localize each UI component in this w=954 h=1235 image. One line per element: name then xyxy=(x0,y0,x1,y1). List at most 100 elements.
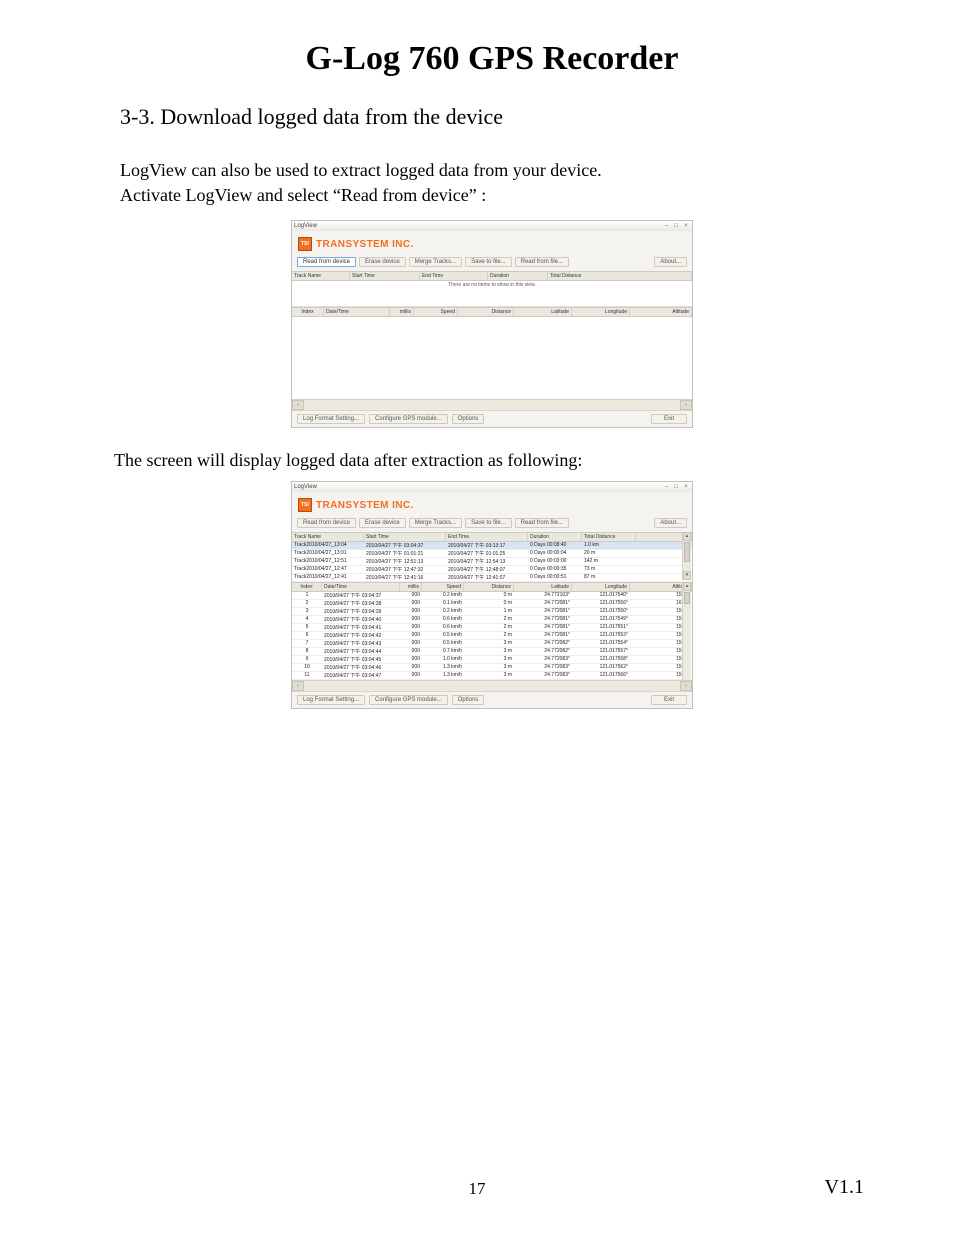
save-to-file-button[interactable]: Save to file... xyxy=(465,518,512,528)
col-total-distance[interactable]: Total Distance xyxy=(582,533,636,541)
cell: 1.0 km/h xyxy=(422,656,464,663)
cell: 0.2 km/h xyxy=(422,608,464,615)
screenshot-logview-empty: LogView – □ × TSI TRANSYSTEM INC. Read f… xyxy=(291,220,693,428)
log-format-setting-button[interactable]: Log Format Setting... xyxy=(297,695,365,705)
col-track-name[interactable]: Track Name xyxy=(292,272,350,280)
table-row[interactable]: 82010/04/27 下午 03:04:440000.7 km/h3 m24.… xyxy=(292,648,692,656)
exit-button[interactable]: Exit xyxy=(651,414,687,424)
col-latitude[interactable]: Latitude xyxy=(514,583,572,591)
col-start-time[interactable]: Start Time xyxy=(364,533,446,541)
merge-tracks-button[interactable]: Merge Tracks... xyxy=(409,257,462,267)
table-row[interactable]: 92010/04/27 下午 03:04:450001.0 km/h3 m24.… xyxy=(292,656,692,664)
horizontal-scrollbar[interactable]: ‹ › xyxy=(292,399,692,410)
cell: Track2010/04/27_12:51 xyxy=(292,558,364,565)
configure-gps-button[interactable]: Configure GPS module... xyxy=(369,414,448,424)
cell: 0 Days 00:00:35 xyxy=(528,566,582,573)
table-row[interactable]: 52010/04/27 下午 03:04:410000.6 km/h2 m24.… xyxy=(292,624,692,632)
log-format-setting-button[interactable]: Log Format Setting... xyxy=(297,414,365,424)
minimize-icon[interactable]: – xyxy=(663,223,671,229)
configure-gps-button[interactable]: Configure GPS module... xyxy=(369,695,448,705)
col-longitude[interactable]: Longitude xyxy=(572,583,630,591)
save-to-file-button[interactable]: Save to file... xyxy=(465,257,512,267)
col-track-name[interactable]: Track Name xyxy=(292,533,364,541)
empty-tracks-msg: There are no items to show in this view. xyxy=(292,281,692,307)
table-row[interactable]: 42010/04/27 下午 03:04:400000.6 km/h2 m24.… xyxy=(292,616,692,624)
read-from-file-button[interactable]: Read from file... xyxy=(515,518,569,528)
col-datetime[interactable]: Date/Time xyxy=(322,583,400,591)
table-row[interactable]: 22010/04/27 下午 03:04:380000.1 km/h0 m24.… xyxy=(292,600,692,608)
merge-tracks-button[interactable]: Merge Tracks... xyxy=(409,518,462,528)
col-distance[interactable]: Distance xyxy=(458,308,514,316)
scroll-thumb[interactable] xyxy=(684,592,690,604)
minimize-icon[interactable]: – xyxy=(663,484,671,490)
table-row[interactable]: Track2010/04/27_13:042010/04/27 下午 03:04… xyxy=(292,542,692,550)
scroll-right-icon[interactable]: › xyxy=(680,681,692,691)
table-row[interactable]: 72010/04/27 下午 03:04:430000.5 km/h3 m24.… xyxy=(292,640,692,648)
table-row[interactable]: 102010/04/27 下午 03:04:460001.3 km/h3 m24… xyxy=(292,664,692,672)
col-altitude[interactable]: Altitude xyxy=(630,308,692,316)
cell: 121.017550° xyxy=(572,608,630,615)
table-row[interactable]: Track2010/04/27_12:472010/04/27 下午 12:47… xyxy=(292,566,692,574)
read-from-device-button[interactable]: Read from device xyxy=(297,257,356,267)
col-datetime[interactable]: Date/Time xyxy=(324,308,390,316)
close-icon[interactable]: × xyxy=(682,223,690,229)
table-row[interactable]: 32010/04/27 下午 03:04:390000.2 km/h1 m24.… xyxy=(292,608,692,616)
cell: 2010/04/27 下午 03:04:39 xyxy=(322,608,400,615)
maximize-icon[interactable]: □ xyxy=(672,484,680,490)
col-latitude[interactable]: Latitude xyxy=(514,308,572,316)
read-from-device-button[interactable]: Read from device xyxy=(297,518,356,528)
cell: 121.017566° xyxy=(572,672,630,679)
maximize-icon[interactable]: □ xyxy=(672,223,680,229)
cell: Track2010/04/27_12:41 xyxy=(292,574,364,581)
cell: 2 m xyxy=(464,616,514,623)
about-button[interactable]: About... xyxy=(654,518,687,528)
about-button[interactable]: About... xyxy=(654,257,687,267)
erase-device-button[interactable]: Erase device xyxy=(359,257,406,267)
col-index[interactable]: Index xyxy=(292,583,322,591)
table-row[interactable]: Track2010/04/27_12:512010/04/27 下午 12:51… xyxy=(292,558,692,566)
col-speed[interactable]: Speed xyxy=(414,308,458,316)
read-from-file-button[interactable]: Read from file... xyxy=(515,257,569,267)
erase-device-button[interactable]: Erase device xyxy=(359,518,406,528)
tracks-list[interactable]: Track2010/04/27_13:042010/04/27 下午 03:04… xyxy=(292,542,692,582)
col-total-distance[interactable]: Total Distance xyxy=(548,272,692,280)
scroll-down-icon[interactable]: ▾ xyxy=(683,571,691,580)
exit-button[interactable]: Exit xyxy=(651,695,687,705)
table-row[interactable]: 62010/04/27 下午 03:04:420000.5 km/h2 m24.… xyxy=(292,632,692,640)
col-index[interactable]: Index xyxy=(292,308,324,316)
table-row[interactable]: 12010/04/27 下午 03:04:370000.2 km/h0 m24.… xyxy=(292,592,692,600)
scroll-up-icon[interactable]: ▴ xyxy=(683,582,691,591)
items-vscroll[interactable]: ▴ xyxy=(682,582,691,680)
col-end-time[interactable]: End Time xyxy=(446,533,528,541)
col-duration[interactable]: Duration xyxy=(488,272,548,280)
table-row[interactable]: Track2010/04/27_13:012010/04/27 下午 01:01… xyxy=(292,550,692,558)
tracks-header: Track Name Start Time End Time Duration … xyxy=(292,271,692,281)
cell: 121.017551° xyxy=(572,624,630,631)
table-row[interactable]: Track2010/04/27_12:412010/04/27 下午 12:41… xyxy=(292,574,692,582)
col-millis[interactable]: millis xyxy=(400,583,422,591)
col-millis[interactable]: millis xyxy=(390,308,414,316)
scroll-thumb[interactable] xyxy=(684,542,690,562)
options-button[interactable]: Options xyxy=(452,695,485,705)
items-list[interactable]: 12010/04/27 下午 03:04:370000.2 km/h0 m24.… xyxy=(292,592,692,680)
col-duration[interactable]: Duration xyxy=(528,533,582,541)
scroll-right-icon[interactable]: › xyxy=(680,400,692,410)
window-buttons: – □ × xyxy=(663,223,690,229)
scroll-left-icon[interactable]: ‹ xyxy=(292,681,304,691)
tracks-vscroll[interactable]: ▴ ▾ xyxy=(682,532,691,580)
col-start-time[interactable]: Start Time xyxy=(350,272,420,280)
col-distance[interactable]: Distance xyxy=(464,583,514,591)
table-row[interactable]: 112010/04/27 下午 03:04:470001.3 km/h3 m24… xyxy=(292,672,692,680)
cell: 2010/04/27 下午 12:48:07 xyxy=(446,566,528,573)
section-heading: 3-3. Download logged data from the devic… xyxy=(120,104,864,130)
scroll-left-icon[interactable]: ‹ xyxy=(292,400,304,410)
col-longitude[interactable]: Longitude xyxy=(572,308,630,316)
close-icon[interactable]: × xyxy=(682,484,690,490)
cell: 000 xyxy=(400,656,422,663)
col-speed[interactable]: Speed xyxy=(422,583,464,591)
horizontal-scrollbar[interactable]: ‹ › xyxy=(292,680,692,691)
empty-items-area xyxy=(292,317,692,399)
col-end-time[interactable]: End Time xyxy=(420,272,488,280)
scroll-up-icon[interactable]: ▴ xyxy=(683,532,691,541)
options-button[interactable]: Options xyxy=(452,414,485,424)
